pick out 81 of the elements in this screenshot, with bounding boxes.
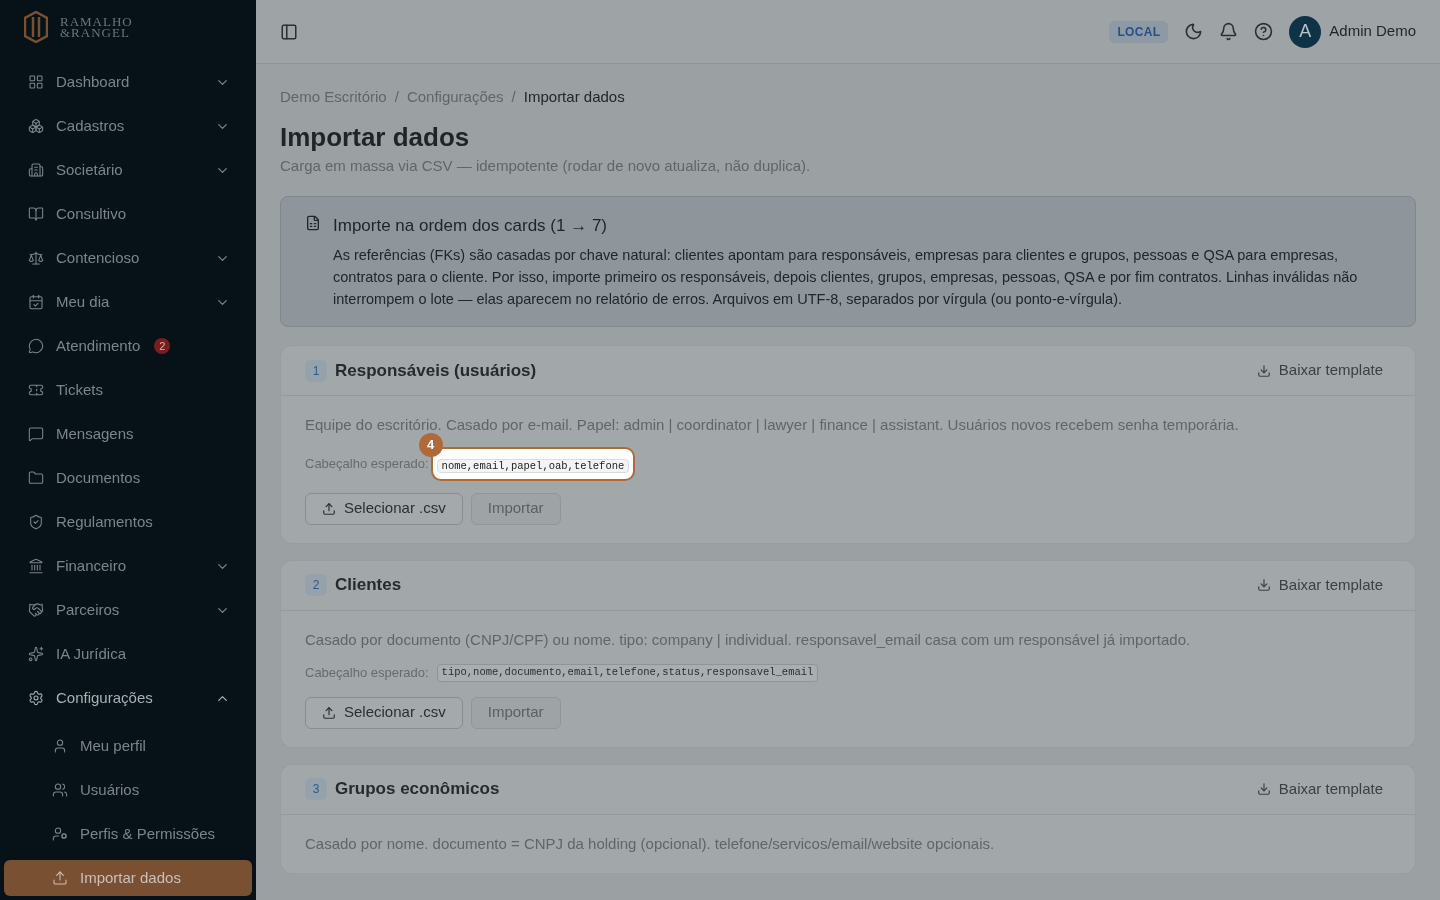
- sidebar-subitem[interactable]: Meu perfil: [4, 728, 252, 764]
- callout-text: As referências (FKs) são casadas por chave natural: clientes apontam para responsáveis, empresas para clientes e grupos, pessoas e QSA para empresas, contratos para o cliente. Por isso, importe primeiro os responsáveis, depois clientes, grupos, empresas, pessoas, QSA e por fim contratos. Linhas inválidas não interrompem o lote — elas aparecem no relatório de erros. Arquivos em UTF-8, separados por vírgula (ou ponto-e-vírgula).: [333, 246, 1359, 309]
- callout-title: Importe na ordem dos cards (1 → 7): [333, 214, 608, 237]
- sidebar-item[interactable]: Societário: [4, 148, 252, 192]
- logo-text: RAMALHO: [60, 15, 133, 27]
- menu-icon: [28, 74, 44, 90]
- document-icon: [305, 214, 321, 231]
- upload-icon: [322, 705, 336, 720]
- card-title: Grupos econômicos: [335, 778, 500, 801]
- menu-icon: [28, 426, 44, 442]
- logo-icon: [24, 10, 48, 43]
- menu-icon: [28, 162, 44, 178]
- step-number: 3: [305, 778, 327, 800]
- sidebar-subitem[interactable]: Usuários: [4, 772, 252, 808]
- sidebar-item[interactable]: Meu dia: [4, 280, 252, 324]
- menu-icon: [28, 514, 44, 530]
- theme-icon[interactable]: [1184, 22, 1204, 41]
- download-template-button[interactable]: Baixar template: [1256, 777, 1383, 801]
- breadcrumb-item: Importar dados: [523, 87, 625, 107]
- step-number: 2: [305, 574, 327, 596]
- upload-icon: [322, 501, 336, 516]
- sidebar-item[interactable]: Cadastros: [4, 104, 252, 148]
- menu-icon: [28, 602, 44, 618]
- sidebar-item[interactable]: Documentos: [4, 456, 252, 500]
- breadcrumb-separator: /: [394, 87, 399, 107]
- tour-step-badge: 4: [418, 432, 443, 457]
- sidebar-item[interactable]: Financeiro: [4, 544, 252, 588]
- page-subtitle: Carga em massa via CSV — idempotente (rodar de novo atualiza, não duplica).: [280, 156, 812, 176]
- menu-icon: [52, 826, 68, 842]
- sidebar-subitem[interactable]: Importar dados: [4, 860, 252, 896]
- sidebar-toggle-icon[interactable]: [280, 22, 298, 41]
- breadcrumb-separator: /: [511, 87, 516, 107]
- sidebar-subitem[interactable]: Perfis & Permissões: [4, 816, 252, 852]
- menu-icon: [28, 382, 44, 398]
- menu-icon: [28, 558, 44, 574]
- download-icon: [1256, 782, 1271, 796]
- select-csv-button[interactable]: Selecionar .csv: [305, 696, 463, 729]
- logo-text: &RANGEL: [60, 26, 130, 38]
- user-name[interactable]: Admin Demo: [1329, 20, 1416, 43]
- header-label: Cabeçalho esperado:: [305, 454, 429, 473]
- download-template-button[interactable]: Baixar template: [1256, 573, 1383, 597]
- avatar[interactable]: A: [1289, 15, 1322, 48]
- menu-icon: [28, 470, 44, 486]
- sidebar-item[interactable]: Parceiros: [4, 588, 252, 632]
- environment-badge: LOCAL: [1109, 20, 1169, 43]
- menu-icon: [28, 294, 44, 310]
- expected-header-code: nome,email,papel,oab,telefone: [436, 458, 630, 473]
- sidebar-item[interactable]: Contencioso: [4, 236, 252, 280]
- sidebar-item[interactable]: Consultivo: [4, 192, 252, 236]
- sidebar-item[interactable]: Configurações: [4, 676, 252, 720]
- menu-icon: [28, 338, 44, 354]
- menu-icon: [52, 782, 68, 798]
- select-csv-button[interactable]: Selecionar .csv: [305, 492, 463, 525]
- menu-icon: [28, 250, 44, 266]
- notification-icon[interactable]: [1219, 22, 1239, 41]
- page-title: Importar dados: [280, 120, 471, 153]
- help-icon[interactable]: [1254, 22, 1274, 41]
- card-description: Casado por documento (CNPJ/CPF) ou nome. tipo: company | individual. responsavel_email casa com um responsável já importado.: [305, 629, 1192, 650]
- sidebar-item[interactable]: Regulamentos: [4, 500, 252, 544]
- sidebar-item[interactable]: Mensagens: [4, 412, 252, 456]
- download-template-button[interactable]: Baixar template: [1256, 359, 1383, 382]
- card-title: Responsáveis (usuários): [335, 359, 537, 382]
- header-label: Cabeçalho esperado:: [305, 664, 429, 682]
- card-description: Equipe do escritório. Casado por e-mail. Papel: admin | coordinator | lawyer | finance | assistant. Usuários novos recebem senha temporária.: [305, 415, 1240, 435]
- download-icon: [1256, 363, 1271, 378]
- sidebar-item[interactable]: Tickets: [4, 368, 252, 412]
- menu-icon: [52, 738, 68, 754]
- sidebar-item[interactable]: IA Jurídica: [4, 632, 252, 676]
- card-title: Clientes: [335, 574, 402, 597]
- sidebar-item[interactable]: Atendimento 2: [4, 324, 252, 368]
- menu-icon: [28, 690, 44, 706]
- count-badge: 2: [154, 338, 171, 354]
- sidebar-item[interactable]: Dashboard: [4, 60, 252, 104]
- expected-header-code: tipo,nome,documento,email,telefone,status,responsavel_email: [436, 663, 819, 682]
- menu-icon: [28, 646, 44, 662]
- download-icon: [1256, 578, 1271, 592]
- step-number: 1: [305, 359, 327, 382]
- menu-icon: [28, 118, 44, 134]
- card-description: Casado por nome. documento = CNPJ da holding (opcional). telefone/servicos/email/website opcionais.: [305, 833, 996, 854]
- menu-icon: [52, 870, 68, 886]
- menu-icon: [28, 206, 44, 222]
